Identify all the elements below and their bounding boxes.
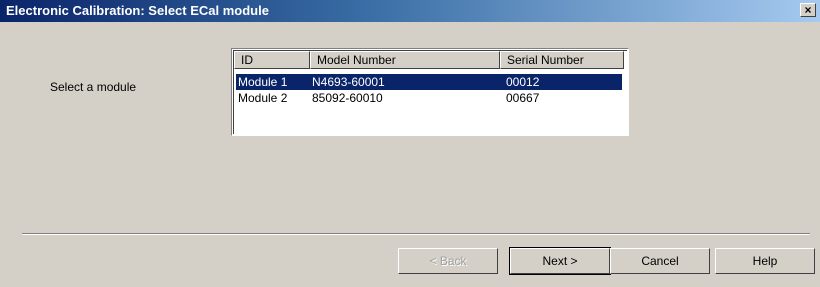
cell-serial-number: 00012 (506, 75, 540, 89)
close-icon[interactable]: × (800, 3, 816, 17)
select-module-label: Select a module (50, 80, 137, 94)
back-button[interactable]: < Back (398, 248, 498, 274)
cell-model-number: 85092-60010 (312, 91, 383, 105)
divider (22, 233, 810, 235)
cancel-button[interactable]: Cancel (610, 248, 710, 274)
table-row[interactable]: Module 2 85092-60010 00667 (236, 90, 622, 106)
title-bar: Electronic Calibration: Select ECal modu… (0, 0, 820, 22)
column-header-serial-number[interactable]: Serial Number (500, 51, 624, 69)
cell-id: Module 1 (238, 75, 288, 89)
module-list[interactable]: ID Model Number Serial Number Module 1 N… (231, 48, 629, 136)
next-button[interactable]: Next > (509, 247, 611, 275)
column-header-id[interactable]: ID (234, 51, 310, 69)
table-header: ID Model Number Serial Number (234, 51, 624, 69)
cell-model-number: N4693-60001 (312, 75, 385, 89)
column-header-model-number[interactable]: Model Number (310, 51, 500, 69)
dialog-window: Electronic Calibration: Select ECal modu… (0, 0, 820, 287)
window-title: Electronic Calibration: Select ECal modu… (6, 3, 269, 18)
cell-serial-number: 00667 (506, 91, 540, 105)
cell-id: Module 2 (238, 91, 288, 105)
table-row[interactable]: Module 1 N4693-60001 00012 (236, 74, 622, 90)
help-button[interactable]: Help (715, 248, 815, 274)
